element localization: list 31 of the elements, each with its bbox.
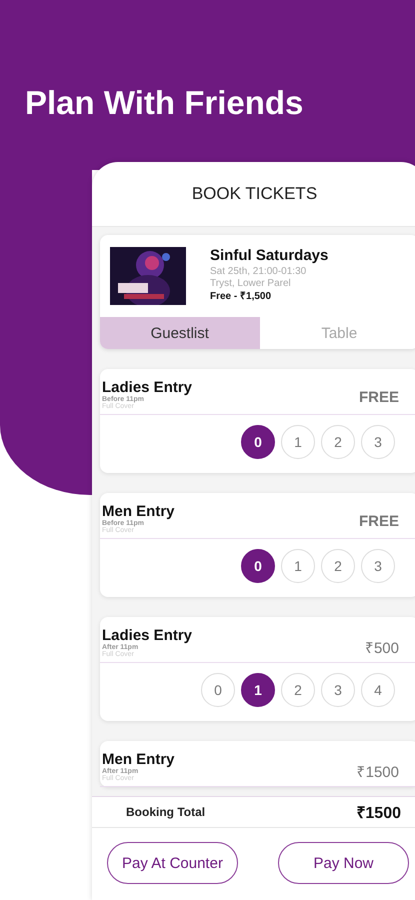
quantity-option[interactable]: 1: [281, 425, 315, 459]
pay-button[interactable]: Pay At Counter: [107, 842, 238, 884]
event-name: Sinful Saturdays: [210, 247, 328, 264]
total-amount: ₹1500: [356, 804, 401, 823]
quantity-option[interactable]: 3: [321, 673, 355, 707]
event-venue: Tryst, Lower Parel: [210, 278, 292, 290]
quantity-option[interactable]: 3: [361, 425, 395, 459]
ticket-price: FREE: [358, 388, 399, 408]
ticket-name: Ladies Entry: [102, 379, 192, 396]
headline: Plan With Friends: [24, 83, 304, 123]
event-price: Free - ₹1,500: [210, 290, 272, 303]
tab[interactable]: Guestlist: [100, 317, 260, 349]
quantity-option[interactable]: 0: [241, 549, 275, 583]
ticket-price: ₹500: [364, 639, 399, 658]
pay-button[interactable]: Pay Now: [278, 842, 409, 884]
quantity-option[interactable]: 2: [321, 425, 355, 459]
ticket-price: FREE: [358, 512, 399, 532]
quantity-option[interactable]: 0: [241, 425, 275, 459]
event-date: Sat 25th, 21:00-01:30: [210, 266, 308, 278]
quantity-option[interactable]: 4: [361, 673, 395, 707]
ticket-name: Men Entry: [102, 503, 175, 520]
quantity-option[interactable]: 1: [281, 549, 315, 583]
quantity-option[interactable]: 2: [281, 673, 315, 707]
ticket-name: Ladies Entry: [102, 627, 192, 644]
total-label: Booking Total: [126, 805, 206, 819]
ticket-name: Men Entry: [102, 751, 175, 768]
quantity-option[interactable]: 1: [241, 673, 275, 707]
quantity-option[interactable]: 0: [201, 673, 235, 707]
quantity-option[interactable]: 2: [321, 549, 355, 583]
quantity-option[interactable]: 3: [361, 549, 395, 583]
ticket-price: ₹1500: [356, 763, 399, 782]
